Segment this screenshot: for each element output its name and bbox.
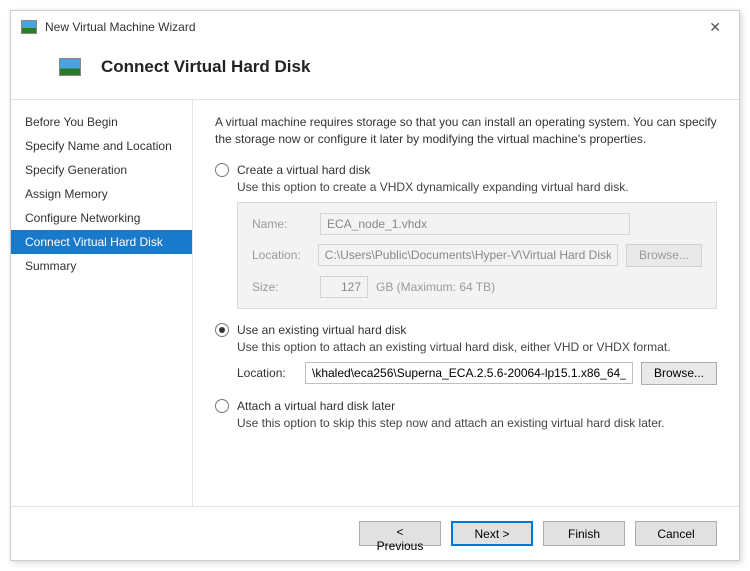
create-name-input (320, 213, 630, 235)
option-create-vhd: Create a virtual hard disk Use this opti… (215, 163, 717, 309)
page-title: Connect Virtual Hard Disk (101, 57, 310, 77)
wizard-window: New Virtual Machine Wizard ✕ Connect Vir… (10, 10, 740, 561)
nav-specify-generation[interactable]: Specify Generation (11, 158, 192, 182)
close-icon[interactable]: ✕ (701, 19, 729, 36)
radio-existing-vhd[interactable] (215, 323, 229, 337)
create-name-label: Name: (252, 217, 320, 231)
nav-summary[interactable]: Summary (11, 254, 192, 278)
next-button[interactable]: Next > (451, 521, 533, 546)
nav-assign-memory[interactable]: Assign Memory (11, 182, 192, 206)
previous-button[interactable]: < Previous (359, 521, 441, 546)
content-pane: A virtual machine requires storage so th… (193, 100, 739, 506)
existing-loc-label: Location: (237, 366, 305, 380)
create-panel: Name: Location: Browse... Size: GB (Maxi… (237, 202, 717, 309)
header: Connect Virtual Hard Disk (11, 43, 739, 99)
create-loc-input (318, 244, 618, 266)
option-later-label: Attach a virtual hard disk later (237, 399, 395, 413)
nav-connect-vhd[interactable]: Connect Virtual Hard Disk (11, 230, 192, 254)
finish-button[interactable]: Finish (543, 521, 625, 546)
option-attach-later: Attach a virtual hard disk later Use thi… (215, 399, 717, 430)
existing-panel: Location: Browse... (237, 362, 717, 385)
create-size-label: Size: (252, 280, 320, 294)
create-browse-button: Browse... (626, 244, 702, 267)
nav-specify-name[interactable]: Specify Name and Location (11, 134, 192, 158)
option-create-desc: Use this option to create a VHDX dynamic… (237, 180, 717, 194)
option-existing-desc: Use this option to attach an existing vi… (237, 340, 717, 354)
body: Before You Begin Specify Name and Locati… (11, 99, 739, 507)
create-size-suffix: GB (Maximum: 64 TB) (376, 280, 495, 294)
app-icon (21, 20, 37, 34)
intro-text: A virtual machine requires storage so th… (215, 114, 717, 149)
radio-attach-later[interactable] (215, 399, 229, 413)
nav-before-you-begin[interactable]: Before You Begin (11, 110, 192, 134)
option-later-desc: Use this option to skip this step now an… (237, 416, 717, 430)
nav-sidebar: Before You Begin Specify Name and Locati… (11, 100, 193, 506)
cancel-button[interactable]: Cancel (635, 521, 717, 546)
option-existing-vhd: Use an existing virtual hard disk Use th… (215, 323, 717, 385)
window-title: New Virtual Machine Wizard (45, 20, 701, 34)
create-loc-label: Location: (252, 248, 318, 262)
step-icon (59, 58, 81, 76)
existing-loc-input[interactable] (305, 362, 633, 384)
existing-browse-button[interactable]: Browse... (641, 362, 717, 385)
option-create-label: Create a virtual hard disk (237, 163, 370, 177)
radio-create-vhd[interactable] (215, 163, 229, 177)
create-size-input (320, 276, 368, 298)
footer: < Previous Next > Finish Cancel (11, 507, 739, 560)
option-existing-label: Use an existing virtual hard disk (237, 323, 406, 337)
nav-configure-networking[interactable]: Configure Networking (11, 206, 192, 230)
titlebar: New Virtual Machine Wizard ✕ (11, 11, 739, 43)
